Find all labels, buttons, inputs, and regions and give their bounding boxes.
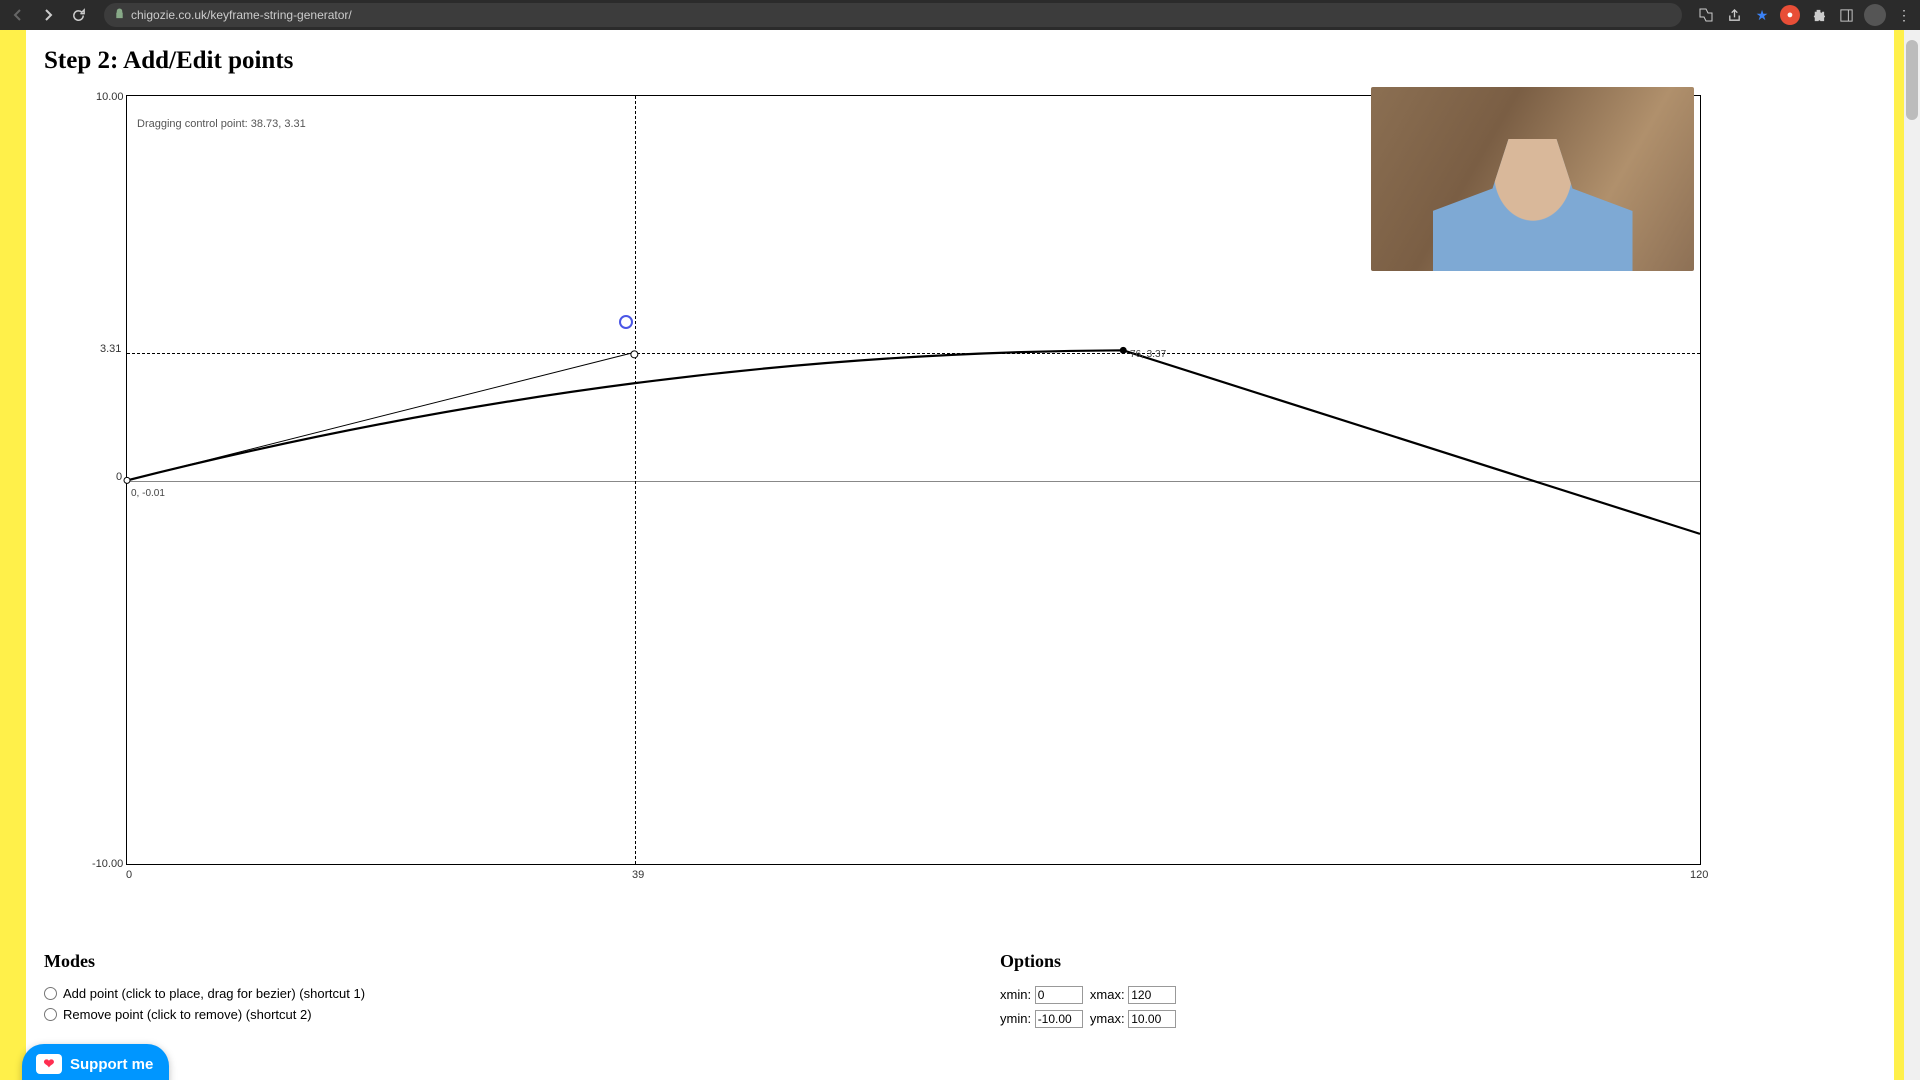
- y-axis-min-label: -10.00: [92, 858, 123, 870]
- scrollbar-thumb[interactable]: [1906, 40, 1918, 120]
- reading-list-icon[interactable]: [1836, 5, 1856, 25]
- cursor-indicator: [619, 315, 633, 329]
- modes-heading: Modes: [44, 951, 920, 972]
- canvas-container: 10.00 3.31 0 -10.00 0 39 120 Dragging co…: [44, 91, 1876, 891]
- share-icon[interactable]: [1724, 5, 1744, 25]
- mode-remove-label: Remove point (click to remove) (shortcut…: [63, 1007, 312, 1022]
- webcam-overlay: [1371, 87, 1694, 271]
- support-label: Support me: [70, 1056, 153, 1073]
- options-heading: Options: [1000, 951, 1876, 972]
- ymin-label: ymin:: [1000, 1011, 1031, 1026]
- menu-icon[interactable]: ⋮: [1894, 5, 1914, 25]
- zero-axis-line: [127, 481, 1700, 482]
- ymin-input[interactable]: [1035, 1010, 1083, 1028]
- extension-tray: ★ ● ⋮: [1696, 4, 1914, 26]
- bookmark-star-icon[interactable]: ★: [1752, 5, 1772, 25]
- translate-icon[interactable]: [1696, 5, 1716, 25]
- mode-remove-radio[interactable]: [44, 1008, 57, 1021]
- y-axis-max-label: 10.00: [96, 91, 124, 103]
- extensions-puzzle-icon[interactable]: [1808, 5, 1828, 25]
- crosshair-vertical: [635, 96, 636, 864]
- step-heading: Step 2: Add/Edit points: [44, 47, 1876, 75]
- scrollbar-track[interactable]: [1904, 30, 1920, 1080]
- mode-add-label: Add point (click to place, drag for bezi…: [63, 986, 365, 1001]
- x-axis-crosshair-label: 39: [632, 869, 644, 881]
- kofi-icon: ❤: [36, 1054, 62, 1074]
- xmin-input[interactable]: [1035, 986, 1083, 1004]
- drag-status-text: Dragging control point: 38.73, 3.31: [137, 118, 306, 130]
- lock-icon: [114, 8, 125, 22]
- ymax-input[interactable]: [1128, 1010, 1176, 1028]
- y-axis-zero-label: 0: [116, 471, 122, 483]
- mode-add-point[interactable]: Add point (click to place, drag for bezi…: [44, 986, 920, 1001]
- mode-add-radio[interactable]: [44, 987, 57, 1000]
- reload-button[interactable]: [66, 3, 90, 27]
- anchor-0-label: 0, -0.01: [131, 488, 165, 499]
- x-axis-min-label: 0: [126, 869, 132, 881]
- mode-remove-point[interactable]: Remove point (click to remove) (shortcut…: [44, 1007, 920, 1022]
- xmax-input[interactable]: [1128, 986, 1176, 1004]
- back-button[interactable]: [6, 3, 30, 27]
- y-axis-crosshair-label: 3.31: [100, 343, 121, 355]
- anchor-1-label: 76, 3.37: [1130, 349, 1166, 360]
- crosshair-horizontal: [127, 353, 1700, 354]
- xmax-label: xmax:: [1090, 987, 1125, 1002]
- ymax-label: ymax:: [1090, 1011, 1125, 1026]
- profile-avatar[interactable]: [1864, 4, 1886, 26]
- xmin-label: xmin:: [1000, 987, 1031, 1002]
- forward-button[interactable]: [36, 3, 60, 27]
- support-button[interactable]: ❤ Support me: [22, 1044, 169, 1080]
- address-bar[interactable]: chigozie.co.uk/keyframe-string-generator…: [104, 3, 1682, 27]
- browser-toolbar: chigozie.co.uk/keyframe-string-generator…: [0, 0, 1920, 30]
- url-text: chigozie.co.uk/keyframe-string-generator…: [131, 8, 352, 22]
- x-axis-max-label: 120: [1690, 869, 1708, 881]
- extension-badge-icon[interactable]: ●: [1780, 5, 1800, 25]
